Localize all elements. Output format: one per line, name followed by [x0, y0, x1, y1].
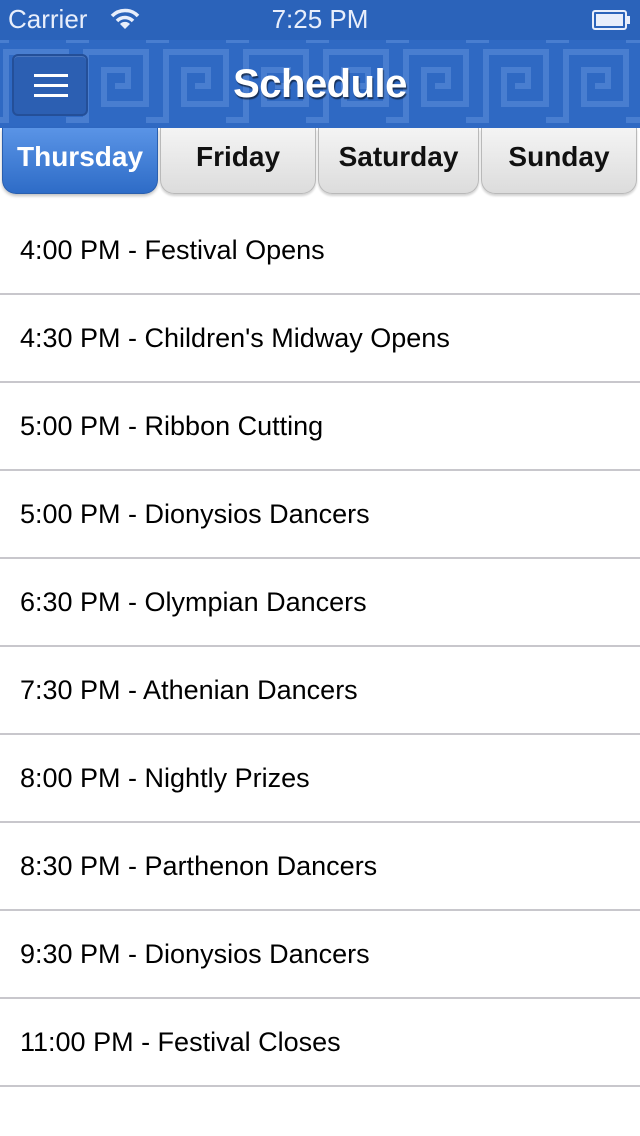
battery-icon	[592, 10, 630, 30]
tab-thursday[interactable]: Thursday	[2, 128, 158, 194]
list-item[interactable]: 5:00 PM - Dionysios Dancers	[0, 471, 640, 559]
list-item-label: 5:00 PM - Ribbon Cutting	[20, 411, 324, 441]
list-item-label: 11:00 PM - Festival Closes	[20, 1027, 341, 1057]
list-item-label: 4:00 PM - Festival Opens	[20, 235, 325, 265]
list-item[interactable]: 11:00 PM - Festival Closes	[0, 999, 640, 1087]
list-item-label: 8:30 PM - Parthenon Dancers	[20, 851, 378, 881]
tab-saturday[interactable]: Saturday	[318, 128, 479, 194]
list-item-label: 5:00 PM - Dionysios Dancers	[20, 499, 370, 529]
day-tabs: Thursday Friday Saturday Sunday	[0, 128, 640, 196]
list-item[interactable]: 5:00 PM - Ribbon Cutting	[0, 383, 640, 471]
list-item[interactable]: 6:30 PM - Olympian Dancers	[0, 559, 640, 647]
list-item[interactable]: 8:00 PM - Nightly Prizes	[0, 735, 640, 823]
list-item[interactable]: 7:30 PM - Athenian Dancers	[0, 647, 640, 735]
status-bar: Carrier 7:25 PM	[0, 0, 640, 40]
tab-sunday[interactable]: Sunday	[481, 128, 637, 194]
list-item[interactable]: 9:30 PM - Dionysios Dancers	[0, 911, 640, 999]
list-item-label: 8:00 PM - Nightly Prizes	[20, 763, 310, 793]
list-item-label: 9:30 PM - Dionysios Dancers	[20, 939, 370, 969]
page-title: Schedule	[233, 62, 407, 106]
list-item-label: 7:30 PM - Athenian Dancers	[20, 675, 358, 705]
tab-friday[interactable]: Friday	[160, 128, 316, 194]
list-item[interactable]: 4:00 PM - Festival Opens	[0, 207, 640, 295]
list-item-label: 6:30 PM - Olympian Dancers	[20, 587, 367, 617]
list-item-label: 4:30 PM - Children's Midway Opens	[20, 323, 450, 353]
navigation-bar: Schedule	[0, 40, 640, 128]
list-item[interactable]: 8:30 PM - Parthenon Dancers	[0, 823, 640, 911]
schedule-list: 4:00 PM - Festival Opens 4:30 PM - Child…	[0, 207, 640, 1087]
list-item[interactable]: 4:30 PM - Children's Midway Opens	[0, 295, 640, 383]
clock: 7:25 PM	[271, 4, 369, 34]
